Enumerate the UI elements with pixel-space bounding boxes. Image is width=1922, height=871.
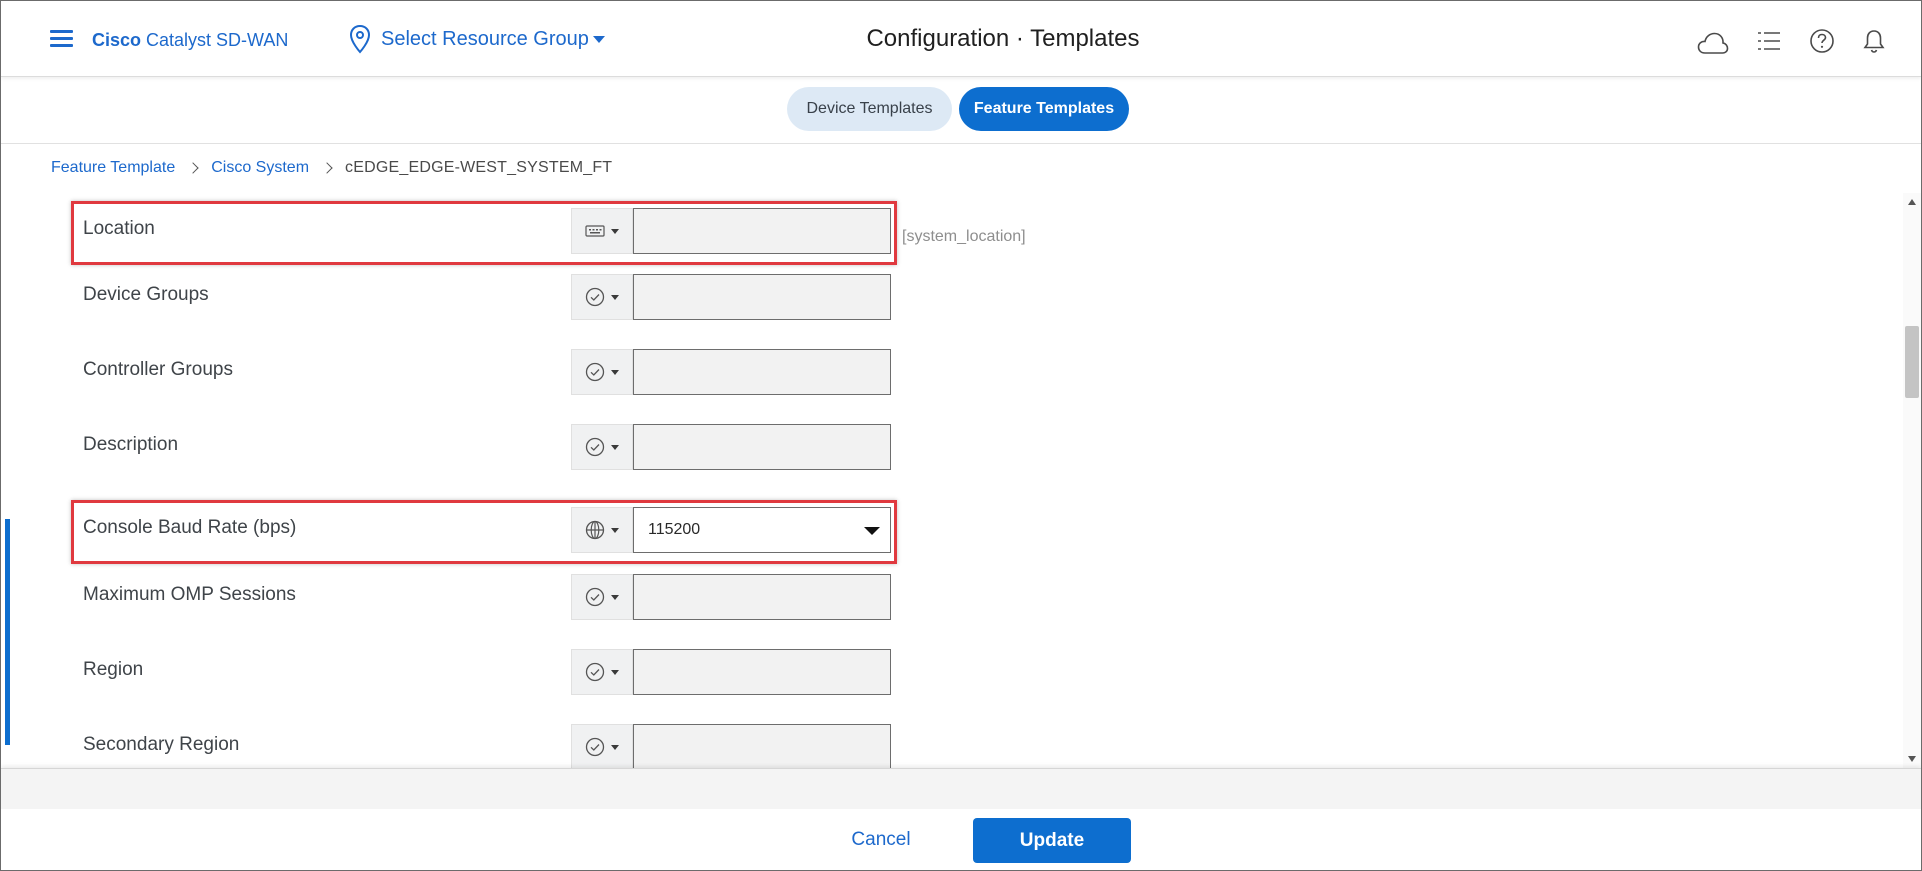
scope-selector[interactable] xyxy=(571,424,633,470)
task-list-icon[interactable] xyxy=(1757,31,1781,51)
default-check-icon xyxy=(585,362,605,382)
footer-divider-band xyxy=(1,769,1921,809)
page-title: Configuration · Templates xyxy=(866,25,1140,52)
default-check-icon xyxy=(585,662,605,682)
field-label: Maximum OMP Sessions xyxy=(83,584,296,605)
scope-selector[interactable] xyxy=(571,208,633,254)
breadcrumb-current: cEDGE_EDGE-WEST_SYSTEM_FT xyxy=(345,159,613,176)
scrollbar-thumb[interactable] xyxy=(1905,326,1919,398)
cancel-button[interactable]: Cancel xyxy=(831,818,931,862)
chevron-down-icon xyxy=(611,744,619,750)
field-label: Location xyxy=(83,218,155,239)
help-icon[interactable] xyxy=(1809,28,1835,54)
default-check-icon xyxy=(585,737,605,757)
section-accent-bar xyxy=(5,519,10,745)
tab-device-templates[interactable]: Device Templates xyxy=(787,87,952,131)
device-specific-icon xyxy=(585,225,605,237)
form-row-secondary-region: Secondary Region xyxy=(71,717,897,768)
vertical-scrollbar[interactable] xyxy=(1903,193,1921,768)
chevron-down-icon xyxy=(611,594,619,600)
template-tabs: Device Templates Feature Templates xyxy=(1,78,1921,144)
field-label: Secondary Region xyxy=(83,734,240,755)
field-label: Region xyxy=(83,659,144,680)
scope-selector[interactable] xyxy=(571,649,633,695)
form-row-maximum-omp-sessions: Maximum OMP Sessions xyxy=(71,567,897,631)
location-input[interactable] xyxy=(633,208,891,254)
breadcrumb: Feature Template Cisco System cEDGE_EDGE… xyxy=(51,159,612,177)
chevron-down-icon xyxy=(611,369,619,375)
notification-bell-icon[interactable] xyxy=(1863,28,1885,54)
scroll-up-arrow-icon[interactable] xyxy=(1908,199,1916,205)
default-check-icon xyxy=(585,287,605,307)
console-baud-rate-select[interactable]: 115200 xyxy=(633,507,891,553)
field-label: Controller Groups xyxy=(83,359,233,380)
selected-value: 115200 xyxy=(648,521,701,538)
maximum-omp-sessions-input[interactable] xyxy=(633,574,891,620)
variable-name-hint: [system_location] xyxy=(902,228,1026,245)
default-check-icon xyxy=(585,587,605,607)
device-groups-input[interactable] xyxy=(633,274,891,320)
global-icon xyxy=(585,520,605,540)
scope-selector[interactable] xyxy=(571,507,633,553)
controller-groups-input[interactable] xyxy=(633,349,891,395)
tab-feature-templates[interactable]: Feature Templates xyxy=(959,87,1129,131)
chevron-down-icon xyxy=(611,228,619,234)
secondary-region-input[interactable] xyxy=(633,724,891,768)
form-row-controller-groups: Controller Groups xyxy=(71,342,897,406)
form-row-device-groups: Device Groups xyxy=(71,267,897,331)
description-input[interactable] xyxy=(633,424,891,470)
chevron-down-icon xyxy=(611,444,619,450)
form-row-console-baud-rate: Console Baud Rate (bps) 115200 xyxy=(71,500,897,564)
scope-selector[interactable] xyxy=(571,724,633,768)
breadcrumb-feature-template[interactable]: Feature Template xyxy=(51,159,175,177)
dropdown-arrow-icon xyxy=(864,527,880,535)
form-row-description: Description xyxy=(71,417,897,481)
app-window: Cisco Catalyst SD-WAN Select Resource Gr… xyxy=(0,0,1922,871)
chevron-down-icon xyxy=(611,294,619,300)
update-button[interactable]: Update xyxy=(973,818,1131,863)
region-input[interactable] xyxy=(633,649,891,695)
feature-template-form: Location [system_location] Device Groups xyxy=(1,193,1921,768)
breadcrumb-separator-icon xyxy=(321,162,333,174)
form-row-region: Region xyxy=(71,642,897,706)
field-label: Console Baud Rate (bps) xyxy=(83,517,297,538)
scope-selector[interactable] xyxy=(571,274,633,320)
field-label: Device Groups xyxy=(83,284,209,305)
cloud-icon[interactable] xyxy=(1697,31,1729,55)
top-header: Cisco Catalyst SD-WAN Select Resource Gr… xyxy=(1,1,1921,77)
default-check-icon xyxy=(585,437,605,457)
breadcrumb-separator-icon xyxy=(187,162,199,174)
field-label: Description xyxy=(83,434,179,455)
form-row-location: Location xyxy=(71,201,897,265)
breadcrumb-cisco-system[interactable]: Cisco System xyxy=(211,159,309,177)
chevron-down-icon xyxy=(611,669,619,675)
scroll-down-arrow-icon[interactable] xyxy=(1908,756,1916,762)
scope-selector[interactable] xyxy=(571,574,633,620)
action-footer: Cancel Update xyxy=(1,768,1921,870)
scope-selector[interactable] xyxy=(571,349,633,395)
chevron-down-icon xyxy=(611,527,619,533)
